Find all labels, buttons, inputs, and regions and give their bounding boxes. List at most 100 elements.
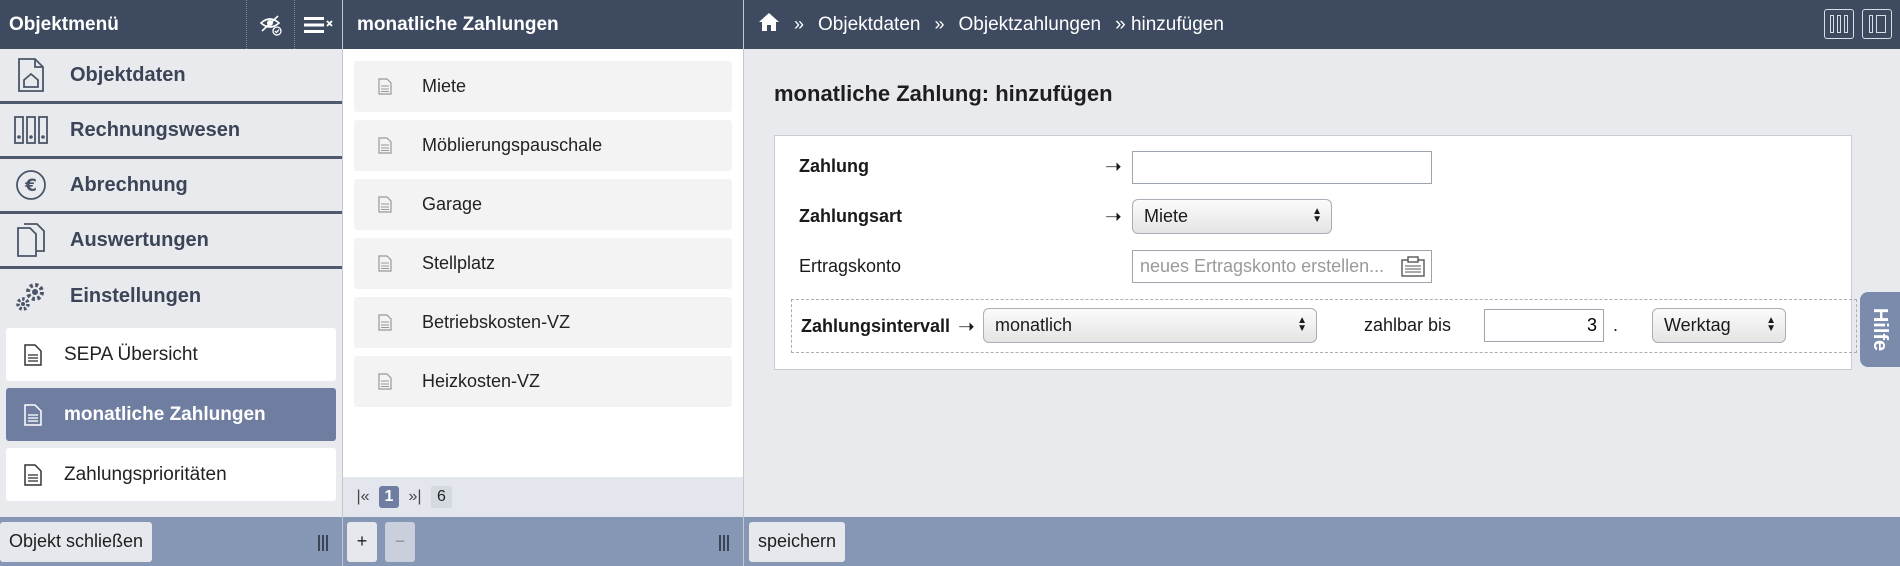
column-divider <box>743 0 744 566</box>
objektmenu-title: Objektmenü <box>9 13 119 35</box>
sidebar-item-label: Abrechnung <box>70 173 188 196</box>
list-item[interactable]: Stellplatz <box>354 238 732 289</box>
app-window: Objektmenü monatliche Zahlungen » Objekt… <box>0 0 1900 566</box>
required-arrow-icon: ➝ <box>1105 206 1122 228</box>
list-footer: + − <box>343 517 743 566</box>
sidebar-item-objektdaten[interactable]: Objektdaten <box>0 49 342 104</box>
zahlungsintervall-value: monatlich <box>995 315 1073 335</box>
binders-icon <box>4 107 58 153</box>
collapse-menu-icon[interactable] <box>294 0 342 49</box>
document-icon <box>378 314 394 331</box>
content-area: monatliche Zahlung: hinzufügen Zahlung ➝… <box>744 49 1900 517</box>
list-item-label: Stellplatz <box>422 253 496 273</box>
pager-first-button[interactable]: |« <box>353 486 373 508</box>
content-footer: speichern <box>744 517 1900 566</box>
pagination: |« 1 »| 6 <box>343 477 743 517</box>
document-icon <box>24 343 46 366</box>
werktag-select[interactable]: Werktag ▲ ▼ <box>1652 308 1786 343</box>
sidebar-footer: Objekt schließen <box>0 517 342 566</box>
ertragskonto-placeholder: neues Ertragskonto erstellen... <box>1140 256 1385 276</box>
gears-icon <box>4 274 58 320</box>
zahlungsart-select[interactable]: Miete ▲ ▼ <box>1132 199 1332 234</box>
list-item-label: Garage <box>422 194 483 214</box>
submenu: SEPA Übersicht monatliche Zahlungen Zahl… <box>0 324 342 512</box>
zahlungsart-value: Miete <box>1144 206 1189 226</box>
list-title: monatliche Zahlungen <box>357 13 559 35</box>
column-divider <box>342 0 343 566</box>
documents-icon <box>4 217 58 263</box>
breadcrumb-objektdaten[interactable]: Objektdaten <box>818 14 920 36</box>
zahlungsintervall-label: Zahlungsintervall <box>801 315 951 336</box>
sidebar-item-abrechnung[interactable]: € Abrechnung <box>0 159 342 214</box>
document-icon <box>378 373 394 390</box>
close-object-button[interactable]: Objekt schließen <box>0 521 153 562</box>
breadcrumb-bar: » Objektdaten » Objektzahlungen » hinzuf… <box>744 0 1900 49</box>
list-item-label: Miete <box>422 76 467 96</box>
submenu-item-label: monatliche Zahlungen <box>64 403 266 425</box>
list-item[interactable]: Heizkosten-VZ <box>354 356 732 407</box>
document-icon <box>378 137 394 154</box>
document-icon <box>378 255 394 272</box>
list-item-label: Heizkosten-VZ <box>422 371 541 391</box>
list-header: monatliche Zahlungen <box>343 0 743 49</box>
document-icon <box>24 403 46 426</box>
add-button[interactable]: + <box>347 521 377 562</box>
sidebar-item-auswertungen[interactable]: Auswertungen <box>0 214 342 269</box>
submenu-item-zahlungsprioritaeten[interactable]: Zahlungsprioritäten <box>6 448 336 501</box>
layout-three-columns-icon[interactable] <box>1824 9 1854 39</box>
pager-last-button[interactable]: »| <box>405 486 425 508</box>
list-item[interactable]: Betriebskosten-VZ <box>354 297 732 348</box>
euro-icon: € <box>4 162 58 208</box>
zahlbar-bis-input[interactable] <box>1484 309 1604 342</box>
required-arrow-icon: ➝ <box>958 315 975 338</box>
breadcrumb-separator: » <box>794 14 805 34</box>
zahlungsintervall-select[interactable]: monatlich ▲ ▼ <box>983 308 1317 343</box>
list-item[interactable]: Garage <box>354 179 732 230</box>
zahlbar-bis-label: zahlbar bis <box>1364 315 1452 335</box>
pager-current-page[interactable]: 1 <box>379 486 399 508</box>
payments-list: Miete Möblierungspauschale Garage Stellp… <box>343 49 743 427</box>
help-tab[interactable]: Hilfe <box>1860 292 1900 367</box>
select-caret-icon: ▲ ▼ <box>1312 206 1322 225</box>
zahlung-label: Zahlung <box>799 156 869 176</box>
document-icon <box>378 196 394 213</box>
dot-separator: . <box>1613 315 1619 335</box>
pager-total-count: 6 <box>431 486 452 508</box>
document-icon <box>24 463 46 486</box>
home-icon[interactable] <box>758 12 780 38</box>
sidebar-item-einstellungen[interactable]: Einstellungen <box>0 269 342 324</box>
help-tab-label: Hilfe <box>1869 307 1892 352</box>
submenu-item-monatliche-zahlungen[interactable]: monatliche Zahlungen <box>6 388 336 441</box>
zahlung-input[interactable] <box>1132 151 1432 184</box>
select-caret-icon: ▲ ▼ <box>1297 315 1307 334</box>
zahlungsart-label: Zahlungsart <box>799 206 903 226</box>
list-item[interactable]: Miete <box>354 61 732 112</box>
ertragskonto-label: Ertragskonto <box>799 256 902 276</box>
submenu-item-label: SEPA Übersicht <box>64 343 198 365</box>
sidebar-item-label: Einstellungen <box>70 285 202 307</box>
svg-text:€: € <box>24 176 37 196</box>
sidebar-item-label: Objektdaten <box>70 63 186 86</box>
layout-two-columns-icon[interactable] <box>1862 9 1892 39</box>
visibility-toggle-icon[interactable] <box>246 0 294 49</box>
page-title: monatliche Zahlung: hinzufügen <box>774 81 1113 106</box>
resize-grip-icon[interactable] <box>318 535 330 551</box>
werktag-value: Werktag <box>1664 315 1731 335</box>
list-item[interactable]: Möblierungspauschale <box>354 120 732 171</box>
remove-button[interactable]: − <box>385 521 415 562</box>
submenu-item-sepa[interactable]: SEPA Übersicht <box>6 328 336 381</box>
breadcrumb-objektzahlungen[interactable]: Objektzahlungen <box>959 14 1102 36</box>
save-button[interactable]: speichern <box>749 521 846 562</box>
account-picker-icon[interactable] <box>1400 256 1426 283</box>
sidebar-item-rechnungswesen[interactable]: Rechnungswesen <box>0 104 342 159</box>
breadcrumb: » Objektdaten » Objektzahlungen » hinzuf… <box>758 12 1224 38</box>
resize-grip-icon[interactable] <box>719 535 731 551</box>
sidebar-item-label: Rechnungswesen <box>70 118 241 141</box>
ertragskonto-input[interactable]: neues Ertragskonto erstellen... <box>1132 250 1432 283</box>
select-caret-icon: ▲ ▼ <box>1766 315 1776 334</box>
document-icon <box>378 78 394 95</box>
sidebar: Objektdaten Rechnungswesen € Abrechnung … <box>0 49 342 517</box>
sidebar-item-label: Auswertungen <box>70 228 209 251</box>
house-document-icon <box>4 52 58 98</box>
breadcrumb-hinzufuegen: » hinzufügen <box>1115 13 1224 35</box>
